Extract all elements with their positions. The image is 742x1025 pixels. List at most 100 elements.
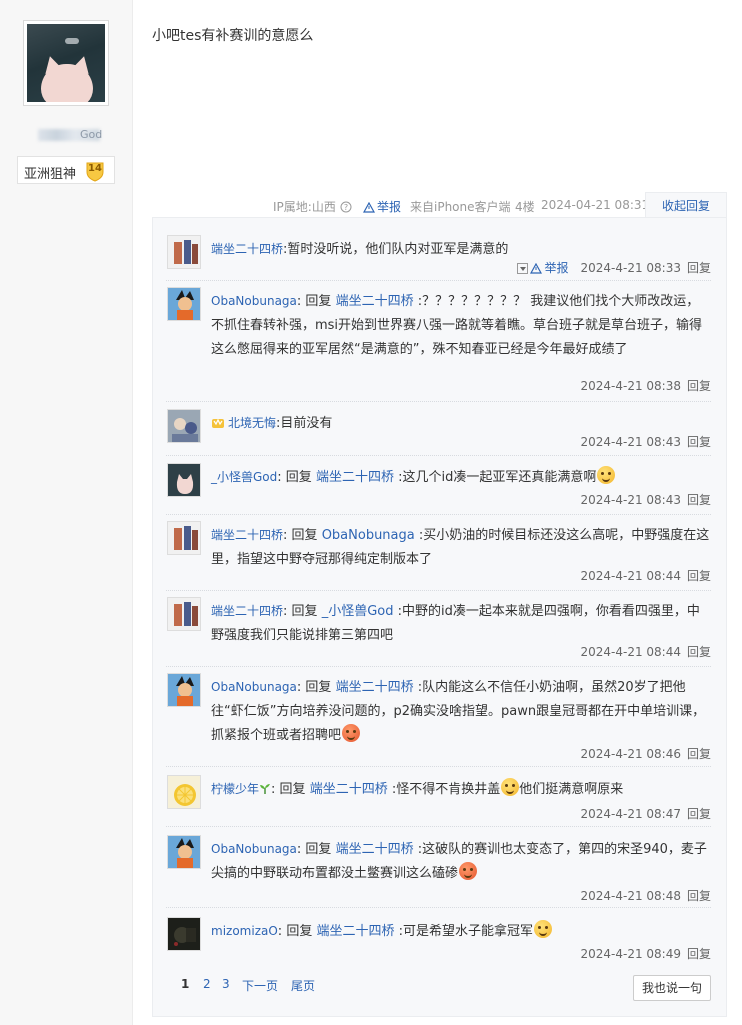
reply-time: 2024-4-21 08:43 bbox=[580, 435, 681, 449]
reply-footer: 2024-4-21 08:48 回复 bbox=[580, 887, 711, 904]
reply-username[interactable]: 北境无悔 bbox=[228, 416, 276, 430]
reply-username[interactable]: 柠檬少年 bbox=[211, 782, 259, 796]
reply-item: 端坐二十四桥: 回复 ObaNobunaga :买小奶油的时候目标还没这么高呢，… bbox=[166, 521, 711, 583]
reply-username[interactable]: 端坐二十四桥 bbox=[211, 604, 283, 618]
warning-icon bbox=[363, 202, 375, 213]
reply-item: _小怪兽God: 回复 端坐二十四桥 :这几个id凑一起亚军还真能满意啊 202… bbox=[166, 463, 711, 508]
page-current: 1 bbox=[181, 977, 190, 991]
reply-avatar[interactable] bbox=[167, 409, 201, 443]
reply-item: ObaNobunaga: 回复 端坐二十四桥 :？？？？？？？？ 我建议他们找个… bbox=[166, 287, 711, 397]
reply-username[interactable]: ObaNobunaga bbox=[211, 294, 297, 308]
reply-button[interactable]: 回复 bbox=[687, 807, 711, 821]
reply-button[interactable]: 回复 bbox=[687, 569, 711, 583]
reply-target-user[interactable]: _小怪兽God bbox=[322, 604, 394, 619]
reply-username[interactable]: ObaNobunaga bbox=[211, 842, 297, 856]
reply-avatar[interactable] bbox=[167, 917, 201, 951]
member-badge[interactable]: 亚洲狙神 14 bbox=[17, 156, 115, 184]
reply-footer: 2024-4-21 08:43 回复 bbox=[580, 491, 711, 508]
reply-username[interactable]: _小怪兽God bbox=[211, 470, 277, 484]
badge-level: 14 bbox=[88, 163, 102, 174]
reply-button[interactable]: 回复 bbox=[687, 435, 711, 449]
laugh-emoji-icon bbox=[459, 862, 478, 880]
reply-content: :可是希望水子能拿冠军 bbox=[398, 924, 534, 939]
report-link[interactable]: 举报 bbox=[363, 198, 401, 215]
post-meta-bar: IP属地:山西 ? 举报 来自iPhone客户端 4楼 2024-04-21 0… bbox=[152, 192, 727, 219]
reply-avatar[interactable] bbox=[167, 521, 201, 555]
reply-footer: 2024-4-21 08:38 回复 bbox=[580, 377, 711, 394]
reply-footer: 2024-4-21 08:43 回复 bbox=[580, 433, 711, 450]
reply-avatar[interactable] bbox=[167, 235, 201, 269]
badge-name: 亚洲狙神 bbox=[24, 167, 77, 182]
reply-target-user[interactable]: 端坐二十四桥 bbox=[336, 842, 414, 857]
post-content: 小吧tes有补赛训的意愿么 bbox=[152, 28, 314, 44]
reply-report-link[interactable]: 举报 bbox=[530, 261, 568, 275]
laugh-emoji-icon bbox=[342, 724, 361, 742]
author-avatar[interactable] bbox=[23, 20, 109, 106]
reply-time: 2024-4-21 08:43 bbox=[580, 493, 681, 507]
reply-target-user[interactable]: 端坐二十四桥 bbox=[316, 924, 394, 939]
reply-username[interactable]: ObaNobunaga bbox=[211, 680, 297, 694]
reply-footer: 2024-4-21 08:47 回复 bbox=[580, 805, 711, 822]
reply-target-user[interactable]: 端坐二十四桥 bbox=[316, 470, 394, 485]
reply-button[interactable]: 回复 bbox=[687, 379, 711, 393]
reply-button[interactable]: 回复 bbox=[687, 947, 711, 961]
reply-username[interactable]: 端坐二十四桥 bbox=[211, 242, 283, 256]
reply-footer: 2024-4-21 08:46 回复 bbox=[580, 745, 711, 762]
author-sidebar: God 亚洲狙神 14 bbox=[0, 0, 133, 1025]
floor-number: 4楼 bbox=[515, 200, 535, 214]
reply-button[interactable]: 回复 bbox=[687, 261, 711, 275]
reply-avatar[interactable] bbox=[167, 835, 201, 869]
shy-emoji-icon bbox=[501, 778, 520, 796]
page-2-link[interactable]: 2 bbox=[203, 977, 211, 991]
reply-footer: 2024-4-21 08:44 回复 bbox=[580, 643, 711, 660]
reply-target-user[interactable]: ObaNobunaga bbox=[322, 528, 415, 543]
collapse-replies-button[interactable]: 收起回复 bbox=[645, 192, 727, 219]
reply-time: 2024-4-21 08:33 bbox=[580, 261, 681, 275]
reply-content: :买小奶油的时候目标还没这么高呢，中野强度在这里，指望这中野夺冠那得纯定制版本了 bbox=[211, 528, 710, 567]
reply-time: 2024-4-21 08:38 bbox=[580, 379, 681, 393]
avatar-watermark bbox=[65, 38, 79, 44]
svg-text:?: ? bbox=[344, 203, 348, 212]
reply-time: 2024-4-21 08:47 bbox=[580, 807, 681, 821]
help-icon: ? bbox=[340, 201, 352, 213]
reply-content: :怪不得不肯换井盖 bbox=[391, 782, 501, 797]
write-reply-button[interactable]: 我也说一句 bbox=[633, 975, 711, 1001]
last-page-link[interactable]: 尾页 bbox=[291, 977, 315, 994]
sprout-icon bbox=[260, 784, 271, 794]
reply-username[interactable]: mizomizaO bbox=[211, 924, 278, 938]
reply-time: 2024-4-21 08:44 bbox=[580, 569, 681, 583]
reply-button[interactable]: 回复 bbox=[687, 493, 711, 507]
reply-target-user[interactable]: 端坐二十四桥 bbox=[336, 680, 414, 695]
post-time: 2024-04-21 08:31 bbox=[541, 198, 650, 212]
reply-target-user[interactable]: 端坐二十四桥 bbox=[310, 782, 388, 797]
reply-item: 端坐二十四桥: 回复 _小怪兽God :中野的id凑一起本来就是四强啊，你看看四… bbox=[166, 597, 711, 659]
username-suffix[interactable]: God bbox=[80, 128, 102, 141]
reply-time: 2024-4-21 08:44 bbox=[580, 645, 681, 659]
reply-avatar[interactable] bbox=[167, 287, 201, 321]
reply-content: :暂时没听说，他们队内对亚军是满意的 bbox=[283, 242, 509, 257]
ip-location: IP属地:山西 ? bbox=[273, 198, 352, 215]
smile-emoji-icon bbox=[597, 466, 616, 484]
reply-button[interactable]: 回复 bbox=[687, 747, 711, 761]
avatar-image bbox=[27, 24, 105, 102]
reply-footer: 2024-4-21 08:49 回复 bbox=[580, 945, 711, 962]
reply-button[interactable]: 回复 bbox=[687, 645, 711, 659]
reply-item: ObaNobunaga: 回复 端坐二十四桥 :队内能这么不信任小奶油啊，虽然2… bbox=[166, 673, 711, 761]
reply-button[interactable]: 回复 bbox=[687, 889, 711, 903]
dropdown-icon[interactable] bbox=[517, 263, 529, 274]
reply-item: 柠檬少年: 回复 端坐二十四桥 :怪不得不肯换井盖 他们挺满意啊原来 2024-4… bbox=[166, 775, 711, 822]
reply-target-user[interactable]: 端坐二十四桥 bbox=[336, 294, 414, 309]
reply-item: 端坐二十四桥:暂时没听说，他们队内对亚军是满意的 举报 2024-4-21 08:… bbox=[166, 235, 711, 275]
reply-avatar[interactable] bbox=[167, 673, 201, 707]
warning-icon bbox=[530, 263, 543, 274]
reply-time: 2024-4-21 08:49 bbox=[580, 947, 681, 961]
reply-footer: 2024-4-21 08:44 回复 bbox=[580, 567, 711, 584]
reply-avatar[interactable] bbox=[167, 463, 201, 497]
reply-content: :目前没有 bbox=[276, 416, 333, 431]
page-3-link[interactable]: 3 bbox=[222, 977, 230, 991]
reply-content: :这几个id凑一起亚军还真能满意啊 bbox=[398, 470, 597, 485]
reply-avatar[interactable] bbox=[167, 597, 201, 631]
reply-avatar[interactable] bbox=[167, 775, 201, 809]
next-page-link[interactable]: 下一页 bbox=[242, 977, 278, 994]
reply-username[interactable]: 端坐二十四桥 bbox=[211, 528, 283, 542]
